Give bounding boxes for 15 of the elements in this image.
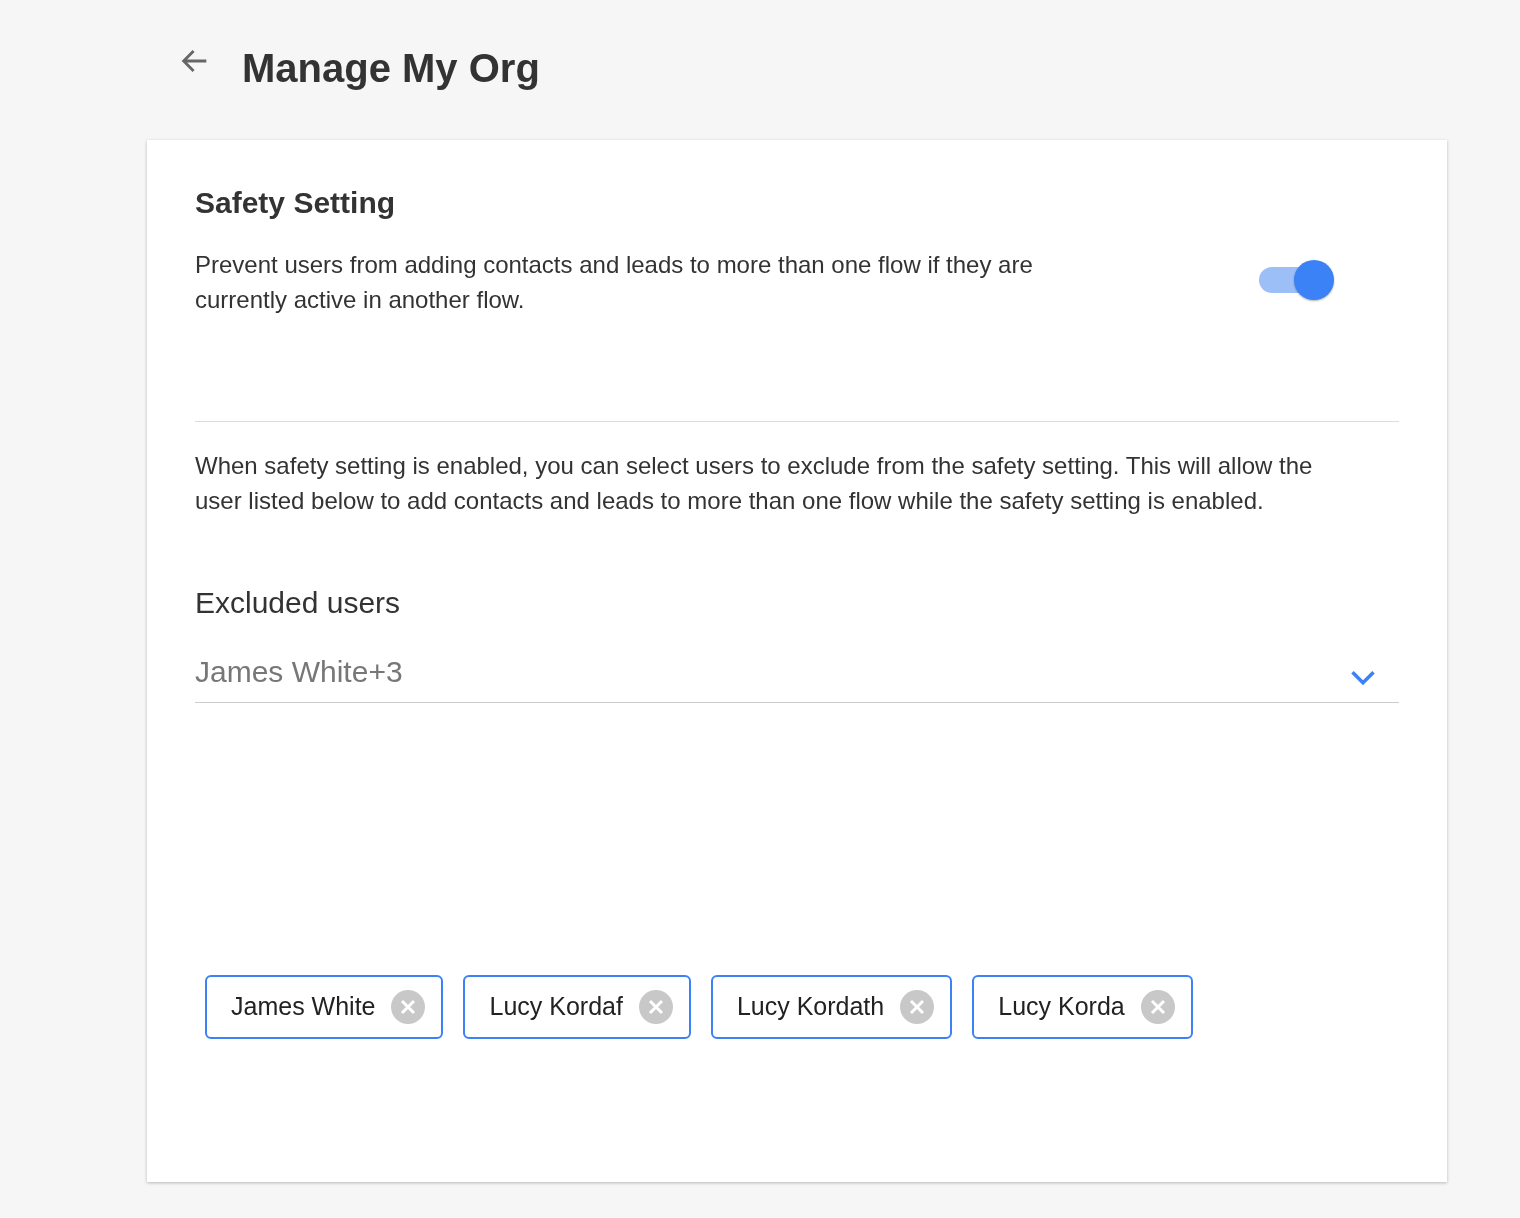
- safety-toggle[interactable]: [1259, 259, 1335, 301]
- chip-label: Lucy Kordath: [736, 991, 885, 1023]
- chip-label: Lucy Korda: [998, 991, 1125, 1023]
- exclusion-note: When safety setting is enabled, you can select users to exclude from the safety setting. This will allow the user listed below to add contacts and leads to more than one flow while the safety setting is enabled.: [195, 451, 1314, 516]
- chip-label: Lucy Kordaf: [489, 991, 623, 1023]
- remove-icon[interactable]: [1140, 990, 1175, 1024]
- chip-label: James White: [231, 991, 376, 1023]
- section-title: Safety Setting: [195, 185, 397, 221]
- remove-icon[interactable]: [638, 990, 673, 1024]
- page-title: Manage My Org: [242, 45, 540, 92]
- remove-icon[interactable]: [391, 990, 426, 1024]
- remove-icon[interactable]: [900, 990, 935, 1024]
- users-dropdown[interactable]: James White+3: [195, 649, 1399, 703]
- description-text: Prevent users from adding contacts and leads to more than one flow if they are currently active in another flow.: [195, 250, 1034, 315]
- field-label: Excluded users: [195, 585, 402, 621]
